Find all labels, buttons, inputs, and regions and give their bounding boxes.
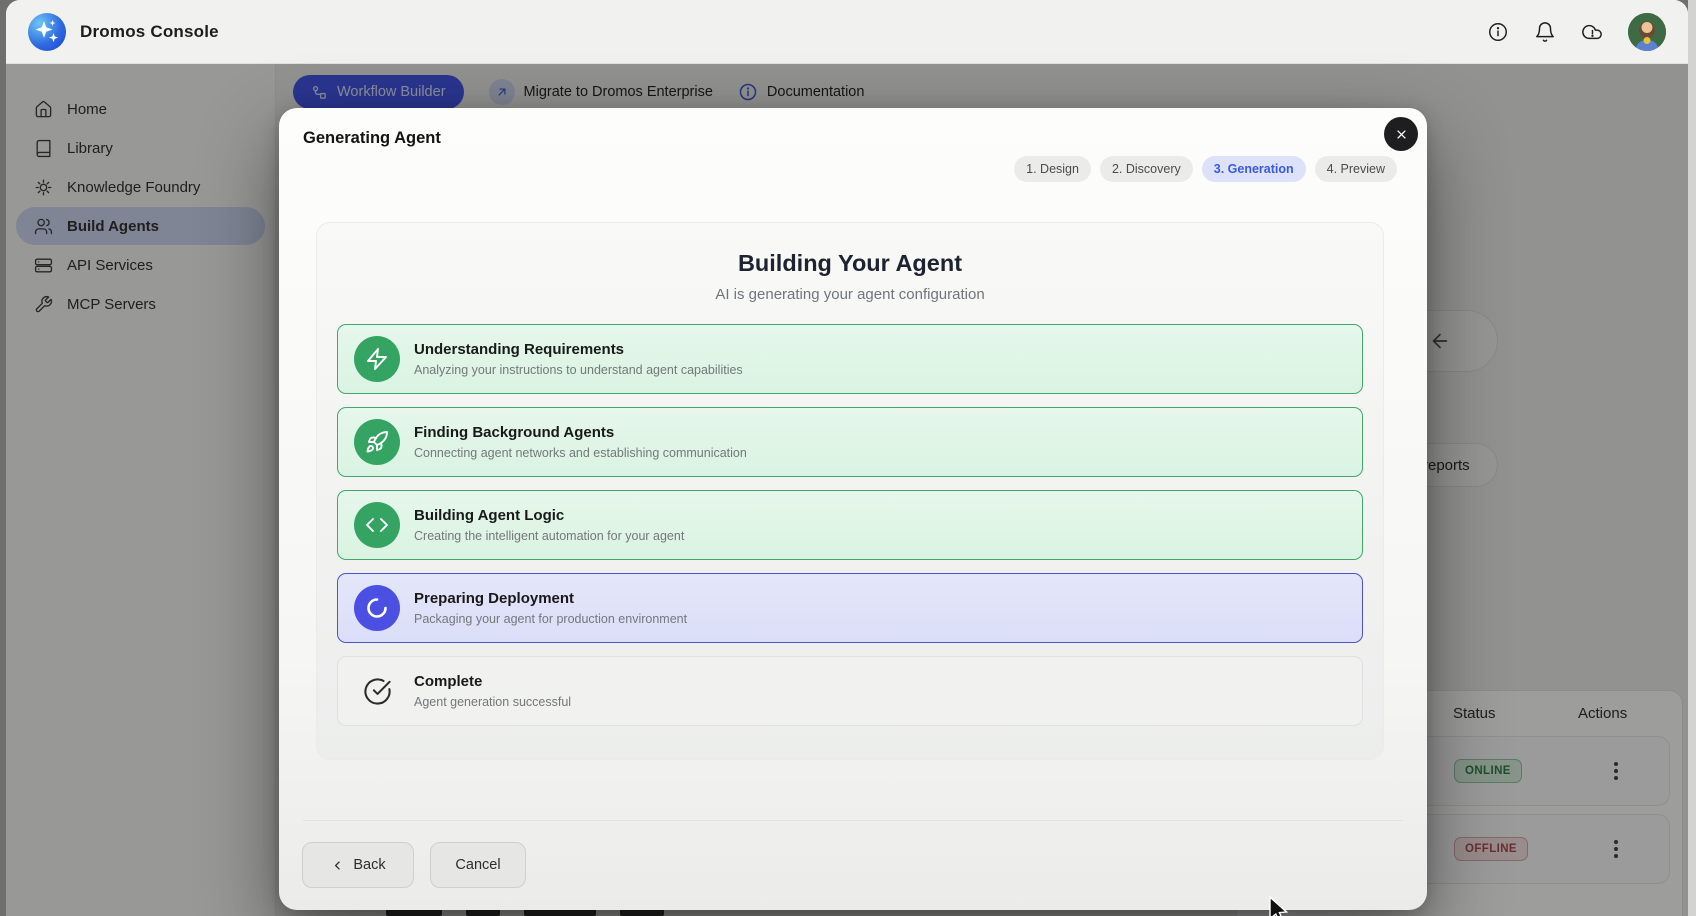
rocket-icon (354, 419, 400, 465)
header-actions (1487, 13, 1666, 51)
wizard-step-design[interactable]: 1. Design (1014, 156, 1091, 182)
progress-step-complete: Complete Agent generation successful (337, 656, 1363, 726)
chevron-left-icon (330, 858, 345, 873)
step-title: Building Agent Logic (414, 507, 684, 524)
wizard-steps: 1. Design 2. Discovery 3. Generation 4. … (1014, 156, 1397, 182)
progress-step-preparing-deployment: Preparing Deployment Packaging your agen… (337, 573, 1363, 643)
window-edge-strip (1688, 0, 1696, 916)
cloud-alert-icon[interactable] (1581, 21, 1603, 43)
loader-icon (354, 585, 400, 631)
step-description: Packaging your agent for production envi… (414, 612, 687, 626)
back-label: Back (353, 857, 385, 873)
app-title: Dromos Console (80, 22, 219, 42)
app-header: Dromos Console (6, 0, 1688, 64)
wizard-step-discovery[interactable]: 2. Discovery (1100, 156, 1193, 182)
mouse-cursor (1268, 896, 1290, 916)
check-circle-icon (354, 668, 400, 714)
step-description: Agent generation successful (414, 695, 571, 709)
wizard-step-preview[interactable]: 4. Preview (1315, 156, 1397, 182)
cancel-button[interactable]: Cancel (430, 842, 526, 888)
step-title: Finding Background Agents (414, 424, 747, 441)
progress-step-understanding-requirements: Understanding Requirements Analyzing you… (337, 324, 1363, 394)
bell-icon[interactable] (1534, 21, 1556, 43)
step-title: Preparing Deployment (414, 590, 687, 607)
close-button[interactable] (1384, 117, 1418, 151)
close-icon (1394, 127, 1409, 142)
code-icon (354, 502, 400, 548)
progress-step-finding-background-agents: Finding Background Agents Connecting age… (337, 407, 1363, 477)
step-title: Complete (414, 673, 571, 690)
step-description: Analyzing your instructions to understan… (414, 363, 743, 377)
panel-heading: Building Your Agent (317, 250, 1383, 277)
progress-steps-list: Understanding Requirements Analyzing you… (337, 324, 1363, 726)
info-icon[interactable] (1487, 21, 1509, 43)
step-description: Connecting agent networks and establishi… (414, 446, 747, 460)
dromos-logo-icon (28, 13, 66, 51)
generating-agent-modal: Generating Agent 1. Design 2. Discovery … (279, 108, 1427, 910)
zap-icon (354, 336, 400, 382)
cancel-label: Cancel (455, 857, 500, 873)
step-description: Creating the intelligent automation for … (414, 529, 684, 543)
wizard-step-generation[interactable]: 3. Generation (1202, 156, 1306, 182)
progress-step-building-agent-logic: Building Agent Logic Creating the intell… (337, 490, 1363, 560)
panel-subheading: AI is generating your agent configuratio… (317, 286, 1383, 303)
step-title: Understanding Requirements (414, 341, 743, 358)
generation-panel: Building Your Agent AI is generating you… (316, 222, 1384, 760)
user-avatar[interactable] (1628, 13, 1666, 51)
back-button[interactable]: Back (302, 842, 414, 888)
footer-divider (303, 820, 1403, 821)
modal-title: Generating Agent (303, 129, 441, 148)
